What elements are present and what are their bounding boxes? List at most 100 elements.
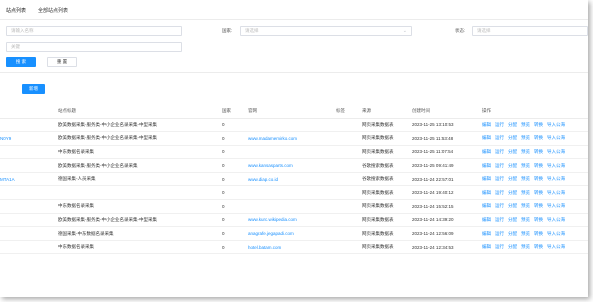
row-title: 德国采集-中东数据名录采集: [58, 226, 222, 241]
row-op-link[interactable]: 转换: [534, 190, 543, 195]
row-ops: 编辑 运行 分配 预览 转换 导入公海: [482, 131, 588, 146]
row-time: 2023-11-24 12:56:09: [412, 226, 482, 241]
row-op-link[interactable]: 运行: [495, 163, 504, 168]
row-url[interactable]: [248, 185, 336, 201]
table-row: N0Y9 欧美数据采集-服务类-中小企业名录采集-中型采集 0 www.madamem…: [0, 131, 588, 146]
row-op-link[interactable]: 转换: [534, 122, 543, 127]
tab-all-site-list[interactable]: 全部站点列表: [38, 6, 68, 16]
row-op-link[interactable]: 导入公海: [547, 231, 565, 236]
row-op-link[interactable]: 分配: [508, 122, 517, 127]
row-op-link[interactable]: 分配: [508, 203, 517, 208]
col-header-country: 国家: [222, 104, 248, 119]
row-op-link[interactable]: 预览: [521, 176, 530, 181]
row-time: 2023-11-24 19:40:12: [412, 185, 482, 201]
row-op-link[interactable]: 转换: [534, 244, 543, 249]
row-id: [0, 158, 58, 173]
row-op-link[interactable]: 预览: [521, 163, 530, 168]
row-op-link[interactable]: 转换: [534, 217, 543, 222]
row-op-link[interactable]: 预览: [521, 203, 530, 208]
row-op-link[interactable]: 预览: [521, 217, 530, 222]
row-op-link[interactable]: 预览: [521, 244, 530, 249]
row-op-link[interactable]: 运行: [495, 203, 504, 208]
row-op-link[interactable]: 导入公海: [547, 135, 565, 140]
status-select[interactable]: 请选择: [472, 26, 588, 36]
col-header-tag: 标签: [336, 104, 362, 119]
row-op-link[interactable]: 预览: [521, 190, 530, 195]
row-country: 0: [222, 145, 248, 160]
row-url[interactable]: www.diap.co.id: [248, 172, 336, 187]
row-url[interactable]: www.kansasparts.com: [248, 158, 336, 173]
row-op-link[interactable]: 预览: [521, 149, 530, 154]
tab-site-list[interactable]: 站点列表: [6, 6, 26, 16]
country-select[interactable]: 请选择 ⌄: [240, 26, 412, 36]
row-op-link[interactable]: 导入公海: [547, 122, 565, 127]
row-op-link[interactable]: 编辑: [482, 149, 491, 154]
row-op-link[interactable]: 导入公海: [547, 217, 565, 222]
row-op-link[interactable]: 导入公海: [547, 190, 565, 195]
row-op-link[interactable]: 转换: [534, 149, 543, 154]
add-button[interactable]: 新增: [22, 84, 45, 94]
row-op-link[interactable]: 转换: [534, 176, 543, 181]
row-op-link[interactable]: 分配: [508, 163, 517, 168]
row-op-link[interactable]: 分配: [508, 176, 517, 181]
row-op-link[interactable]: 分配: [508, 217, 517, 222]
row-country: 0: [222, 172, 248, 187]
row-source: 网页采集数据表: [362, 226, 412, 241]
row-op-link[interactable]: 运行: [495, 217, 504, 222]
row-title: [58, 185, 222, 201]
row-op-link[interactable]: 编辑: [482, 122, 491, 127]
row-op-link[interactable]: 转换: [534, 203, 543, 208]
row-op-link[interactable]: 分配: [508, 231, 517, 236]
row-op-link[interactable]: 导入公海: [547, 149, 565, 154]
row-url[interactable]: [248, 199, 336, 214]
row-op-link[interactable]: 运行: [495, 244, 504, 249]
row-op-link[interactable]: 运行: [495, 122, 504, 127]
row-id: N0Y9: [0, 131, 58, 146]
row-op-link[interactable]: 编辑: [482, 231, 491, 236]
status-select-placeholder: 请选择: [477, 28, 491, 33]
row-op-link[interactable]: 编辑: [482, 176, 491, 181]
row-url[interactable]: hotel.batam.com: [248, 240, 336, 255]
row-url[interactable]: www.kurc.wikipedia.com: [248, 213, 336, 228]
row-op-link[interactable]: 预览: [521, 122, 530, 127]
name-search-input[interactable]: 请输入名称: [6, 26, 182, 36]
row-url[interactable]: www.madamemirko.com: [248, 131, 336, 146]
row-op-link[interactable]: 运行: [495, 149, 504, 154]
row-op-link[interactable]: 运行: [495, 135, 504, 140]
row-op-link[interactable]: 编辑: [482, 135, 491, 140]
row-op-link[interactable]: 分配: [508, 190, 517, 195]
row-op-link[interactable]: 分配: [508, 135, 517, 140]
row-op-link[interactable]: 运行: [495, 190, 504, 195]
row-op-link[interactable]: 编辑: [482, 244, 491, 249]
row-op-link[interactable]: 转换: [534, 135, 543, 140]
row-url[interactable]: [248, 118, 336, 133]
row-op-link[interactable]: 转换: [534, 163, 543, 168]
row-op-link[interactable]: 预览: [521, 135, 530, 140]
row-op-link[interactable]: 编辑: [482, 163, 491, 168]
row-op-link[interactable]: 导入公海: [547, 176, 565, 181]
row-title: 欧美数据采集-服务类-中小企业名录采集-中型采集: [58, 118, 222, 133]
reset-button[interactable]: 重 置: [47, 57, 77, 67]
row-op-link[interactable]: 运行: [495, 176, 504, 181]
row-op-link[interactable]: 分配: [508, 244, 517, 249]
row-op-link[interactable]: 导入公海: [547, 203, 565, 208]
row-ops: 编辑 运行 分配 预览 转换 导入公海: [482, 185, 588, 201]
row-tag: [336, 240, 362, 255]
keyword-input[interactable]: 关键: [6, 42, 182, 52]
row-op-link[interactable]: 运行: [495, 231, 504, 236]
row-op-link[interactable]: 预览: [521, 231, 530, 236]
search-button[interactable]: 搜 索: [6, 57, 36, 67]
row-url[interactable]: anagrafe.jegapadi.com: [248, 226, 336, 241]
row-op-link[interactable]: 分配: [508, 149, 517, 154]
row-id: MTA1A: [0, 172, 58, 187]
row-op-link[interactable]: 编辑: [482, 190, 491, 195]
row-op-link[interactable]: 导入公海: [547, 163, 565, 168]
row-op-link[interactable]: 导入公海: [547, 244, 565, 249]
col-header-title: 站点标题: [58, 104, 222, 119]
row-url[interactable]: [248, 145, 336, 160]
row-title: 中东数据名录采集: [58, 240, 222, 255]
row-op-link[interactable]: 编辑: [482, 217, 491, 222]
row-op-link[interactable]: 转换: [534, 231, 543, 236]
row-source: 网页采集数据表: [362, 118, 412, 133]
row-op-link[interactable]: 编辑: [482, 203, 491, 208]
